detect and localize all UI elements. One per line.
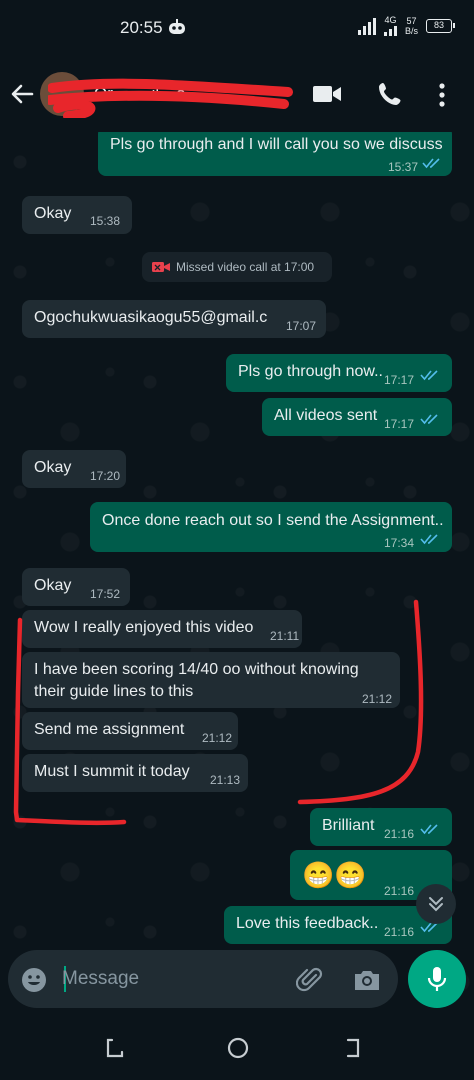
nav-recents-icon[interactable] — [342, 1036, 368, 1060]
message-text: Brilliant — [322, 817, 375, 834]
message-text: Ogochukwuasikaogu55@gmail.c — [34, 309, 268, 326]
system-nav-bar — [0, 1014, 474, 1080]
chat-header: Or··· ···il···o... — [0, 56, 474, 132]
video-call-icon[interactable] — [312, 82, 342, 106]
message-text: 😁😁 — [302, 860, 367, 890]
message-bubble[interactable]: Ogochukwuasikaogu55@gmail.c 17:07 — [22, 300, 326, 338]
message-time: 21:13 — [210, 773, 241, 787]
missed-call-text: Missed video call at 17:00 — [176, 260, 315, 274]
network-indicator: 4G — [383, 15, 397, 36]
message-text: Send me assignment — [34, 721, 185, 738]
message-time: 21:12 — [202, 731, 233, 745]
speed-value: 57 — [406, 16, 417, 26]
redaction-scribble — [48, 78, 293, 118]
status-bar: 20:55 4G 57 B/s 83 — [0, 0, 474, 56]
microphone-icon — [427, 967, 447, 991]
message-time: 15:38 — [90, 214, 121, 228]
message-time: 17:07 — [286, 319, 317, 333]
message-bubble[interactable]: Pls go through now.. 17:17 — [226, 354, 452, 392]
speed-indicator: 57 B/s — [405, 16, 418, 36]
message-text: Pls go through and I will call you so we… — [110, 136, 443, 153]
camera-icon[interactable] — [352, 966, 382, 994]
message-time: 21:16 — [383, 925, 414, 939]
message-time: 17:17 — [383, 417, 414, 431]
missed-video-call-icon — [152, 262, 170, 272]
message-input[interactable] — [62, 964, 282, 994]
voice-record-button[interactable] — [408, 950, 466, 1008]
app-notification-icon — [169, 19, 185, 34]
message-time: 21:12 — [362, 692, 393, 706]
message-text-line-2: their guide lines to this — [34, 683, 194, 700]
message-text: Okay — [34, 205, 72, 222]
read-ticks-icon — [420, 534, 438, 545]
double-chevron-down-icon — [429, 897, 443, 912]
message-text: All videos sent — [274, 407, 378, 424]
scroll-down-button[interactable] — [416, 884, 456, 924]
message-bubble[interactable]: Must I summit it today 21:13 — [22, 754, 248, 792]
battery-icon: 83 — [426, 19, 455, 33]
missed-call-notice[interactable]: Missed video call at 17:00 — [142, 252, 332, 282]
network-type: 4G — [384, 15, 397, 25]
read-ticks-icon — [420, 414, 438, 425]
signal-icon-2 — [383, 25, 397, 36]
emoji-icon[interactable] — [20, 966, 48, 994]
message-time: 21:16 — [383, 827, 414, 841]
message-time: 21:16 — [383, 884, 414, 898]
message-bubble[interactable]: Brilliant 21:16 — [310, 808, 452, 846]
message-time: 21:11 — [270, 629, 300, 643]
message-time: 15:37 — [387, 160, 418, 174]
status-indicators: 4G 57 B/s 83 — [357, 15, 455, 36]
message-bubble[interactable]: Okay 15:38 — [22, 196, 132, 234]
message-bubble[interactable]: I have been scoring 14/40 oo without kno… — [22, 652, 400, 708]
message-bubble[interactable]: Pls go through and I will call you so we… — [98, 132, 452, 176]
nav-back-icon[interactable] — [104, 1036, 130, 1060]
message-text-line-1: I have been scoring 14/40 oo without kno… — [34, 661, 359, 678]
status-time: 20:55 — [120, 18, 163, 37]
message-time: 17:20 — [90, 469, 121, 483]
nav-home-icon[interactable] — [226, 1036, 250, 1060]
message-text: Must I summit it today — [34, 763, 190, 780]
message-bubble[interactable]: Okay 17:52 — [22, 568, 130, 606]
message-bubble[interactable]: Send me assignment 21:12 — [22, 712, 238, 750]
message-text: Okay — [34, 577, 72, 594]
message-text: Wow I really enjoyed this video — [34, 619, 254, 636]
message-text: Love this feedback.. — [236, 915, 379, 932]
message-bubble[interactable]: Wow I really enjoyed this video 21:11 — [22, 610, 302, 648]
speed-unit: B/s — [404, 26, 418, 36]
message-text: Okay — [34, 459, 72, 476]
read-ticks-icon — [422, 158, 440, 169]
paperclip-icon[interactable] — [296, 966, 324, 994]
message-time: 17:17 — [383, 373, 414, 387]
more-options-icon[interactable] — [436, 82, 448, 108]
phone-icon[interactable] — [376, 80, 404, 108]
message-text: Once done reach out so I send the Assign… — [102, 512, 444, 529]
read-ticks-icon — [420, 370, 438, 381]
message-bubble[interactable]: All videos sent 17:17 — [262, 398, 452, 436]
chat-area[interactable]: Pls go through and I will call you so we… — [0, 132, 474, 1012]
signal-icon — [357, 17, 376, 35]
message-time: 17:34 — [383, 536, 414, 550]
message-bubble[interactable]: Once done reach out so I send the Assign… — [90, 502, 452, 552]
message-bubble[interactable]: Okay 17:20 — [22, 450, 126, 488]
message-composer — [8, 950, 398, 1008]
message-text: Pls go through now.. — [238, 363, 383, 380]
read-ticks-icon — [420, 824, 438, 835]
back-arrow-icon[interactable] — [8, 80, 36, 108]
message-time: 17:52 — [90, 587, 121, 601]
